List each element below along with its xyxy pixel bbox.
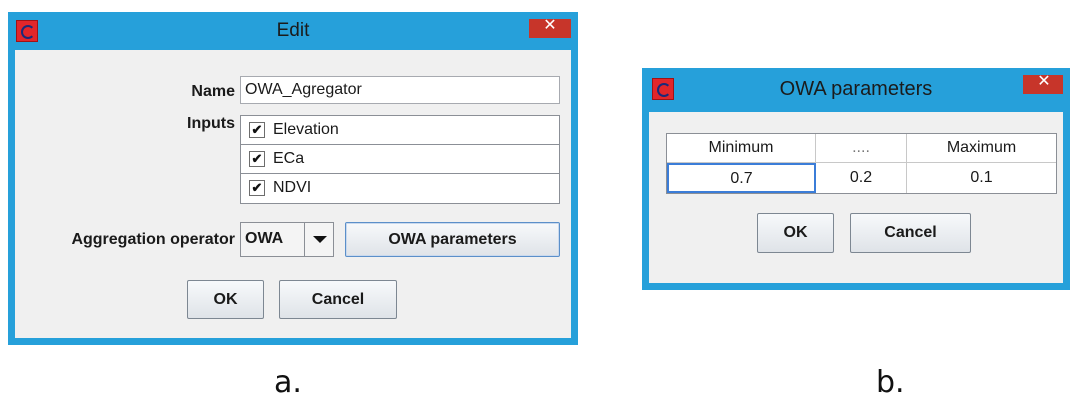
edit-titlebar[interactable]: Edit ✕	[8, 12, 578, 50]
edit-title: Edit	[276, 20, 310, 41]
owa-titlebar[interactable]: OWA parameters ✕	[642, 68, 1070, 112]
caption-b: b.	[876, 365, 905, 400]
aggregation-label: Aggregation operator	[71, 231, 235, 248]
inputs-list: ✔ Elevation ✔ ECa ✔ NDVI	[240, 115, 560, 204]
close-icon[interactable]: ✕	[529, 12, 571, 38]
name-field[interactable]: OWA_Agregator	[240, 76, 560, 104]
edit-dialog: Edit ✕ Name OWA_Agregator Inputs ✔ Eleva…	[8, 12, 578, 345]
inputs-label: Inputs	[187, 115, 235, 132]
column-header-middle[interactable]: ....	[816, 134, 907, 163]
checkbox-elevation[interactable]: ✔	[249, 122, 265, 138]
edit-client-area: Name OWA_Agregator Inputs ✔ Elevation ✔ …	[15, 50, 571, 338]
owa-cancel-button[interactable]: Cancel	[850, 213, 971, 253]
checkbox-ndvi[interactable]: ✔	[249, 180, 265, 196]
owa-weights-table: Minimum .... Maximum 0.7 0.2 0.1	[666, 133, 1057, 194]
list-item-label: NDVI	[273, 179, 312, 196]
list-item[interactable]: ✔ NDVI	[241, 174, 559, 203]
aggregation-value: OWA	[245, 230, 284, 247]
owa-title: OWA parameters	[779, 78, 933, 100]
aggregation-select[interactable]: OWA	[240, 222, 334, 257]
name-label: Name	[191, 83, 235, 100]
list-item[interactable]: ✔ Elevation	[241, 116, 559, 145]
caption-a: a.	[274, 365, 302, 400]
owa-parameters-button[interactable]: OWA parameters	[345, 222, 560, 257]
owa-ok-button[interactable]: OK	[757, 213, 834, 253]
list-item-label: Elevation	[273, 121, 339, 138]
owa-client-area: Minimum .... Maximum 0.7 0.2 0.1 OK Canc…	[649, 112, 1063, 283]
column-header-maximum[interactable]: Maximum	[907, 134, 1056, 163]
checkbox-eca[interactable]: ✔	[249, 151, 265, 167]
list-item[interactable]: ✔ ECa	[241, 145, 559, 174]
close-icon[interactable]: ✕	[1023, 68, 1065, 94]
table-cell-middle[interactable]: 0.2	[816, 163, 907, 193]
chevron-down-icon[interactable]	[304, 223, 333, 256]
cancel-button[interactable]: Cancel	[279, 280, 397, 319]
list-item-label: ECa	[273, 150, 305, 167]
table-cell-maximum[interactable]: 0.1	[907, 163, 1056, 193]
column-header-minimum[interactable]: Minimum	[667, 134, 816, 163]
ok-button[interactable]: OK	[187, 280, 264, 319]
owa-dialog: OWA parameters ✕ Minimum .... Maximum 0.…	[642, 68, 1070, 290]
table-cell-minimum[interactable]: 0.7	[667, 163, 816, 193]
